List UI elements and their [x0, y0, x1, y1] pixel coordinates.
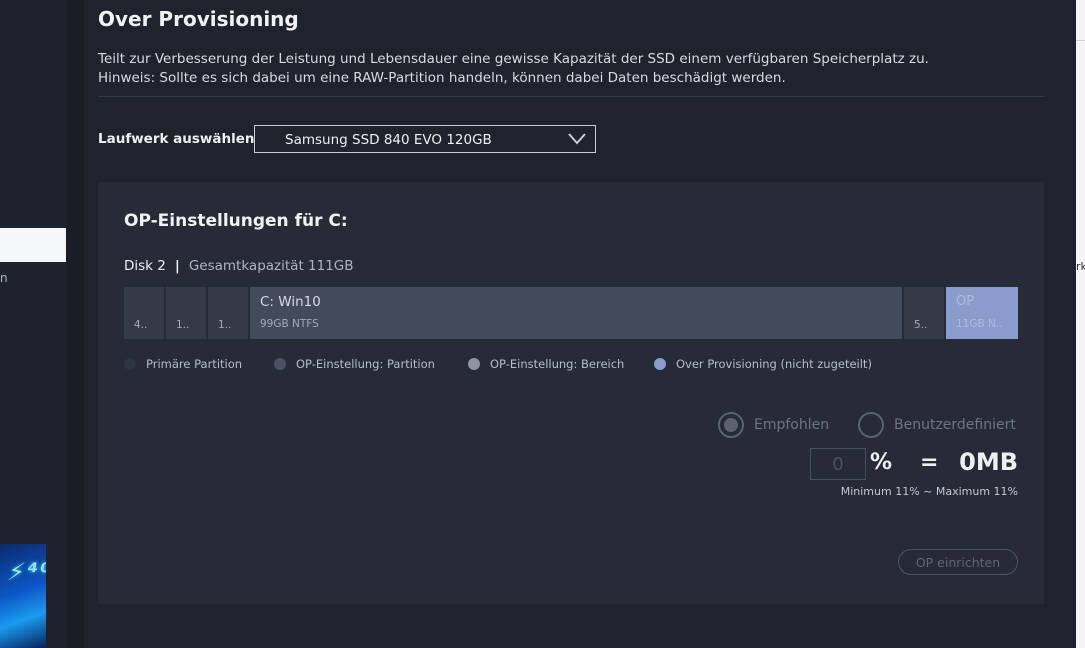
radio-label: Empfohlen [754, 417, 830, 433]
disk-info-separator: | [174, 258, 180, 274]
partition-label: 4.. [134, 319, 148, 331]
partition-size: 11GB N.. [956, 318, 1003, 330]
page-title: Over Provisioning [98, 7, 299, 31]
partition-block-op[interactable]: OP 11GB N.. [946, 287, 1018, 339]
drive-select-label: Laufwerk auswählen [98, 131, 255, 147]
description-line-2: Hinweis: Sollte es sich dabei um eine RA… [98, 70, 786, 86]
partition-map: 4.. 1.. 1.. C: Win10 99GB NTFS 5.. OP 11… [124, 287, 1018, 339]
disk-name: Disk 2 [124, 258, 166, 274]
background-window-lines [1076, 40, 1085, 370]
partition-block-c-drive[interactable]: C: Win10 99GB NTFS [250, 287, 902, 339]
legend-dot-icon [654, 358, 666, 370]
op-settings-card: OP-Einstellungen für C: Disk 2 | Gesamtkap… [98, 182, 1044, 604]
legend-item: Primäre Partition [124, 357, 242, 371]
legend-label: OP-Einstellung: Partition [296, 357, 435, 371]
description-line-1: Teilt zur Verbesserung der Leistung und … [98, 51, 929, 67]
equals-sign: = [920, 450, 939, 475]
radio-unchecked-icon [858, 412, 884, 438]
drive-select-dropdown[interactable]: Samsung SSD 840 EVO 120GB [254, 125, 596, 153]
legend-label: OP-Einstellung: Bereich [490, 357, 625, 371]
sidebar: n ⚡⁴⁰ [0, 0, 66, 648]
legend-dot-icon [274, 358, 286, 370]
radio-checked-icon [718, 412, 744, 438]
percent-sign: % [870, 450, 893, 475]
partition-block[interactable]: 5.. [904, 287, 944, 339]
legend-item: OP-Einstellung: Bereich [468, 357, 624, 371]
apply-op-button[interactable]: OP einrichten [898, 549, 1018, 575]
legend-dot-icon [468, 358, 480, 370]
op-percent-input[interactable] [810, 448, 866, 480]
partition-label: 5.. [914, 319, 928, 331]
legend-item: OP-Einstellung: Partition [274, 357, 435, 371]
partition-size: 99GB NTFS [260, 318, 319, 330]
drive-select-value: Samsung SSD 840 EVO 120GB [285, 132, 492, 148]
disk-capacity: Gesamtkapazität 111GB [188, 258, 354, 274]
sidebar-item-active[interactable] [0, 228, 66, 262]
partition-label: 1.. [218, 319, 232, 331]
page-description: Teilt zur Verbesserung der Leistung und … [98, 50, 1048, 88]
partition-name: C: Win10 [260, 294, 321, 310]
promo-image[interactable]: ⚡⁴⁰ [0, 544, 46, 648]
partition-label: 1.. [176, 319, 190, 331]
radio-recommended[interactable]: Empfohlen [718, 412, 829, 438]
legend-item: Over Provisioning (nicht zugeteilt) [654, 357, 872, 371]
op-settings-title: OP-Einstellungen für C: [124, 211, 348, 231]
op-size-value: 0MB [959, 448, 1018, 476]
sidebar-divider [66, 0, 84, 648]
background-window-text: rk [1076, 260, 1085, 273]
legend-dot-icon [124, 358, 136, 370]
op-range-note: Minimum 11% ~ Maximum 11% [840, 485, 1018, 498]
legend-label: Primäre Partition [146, 357, 243, 371]
sidebar-item-label[interactable]: n [0, 271, 8, 285]
radio-label: Benutzerdefiniert [894, 417, 1016, 433]
background-window-edge: rk [1076, 0, 1085, 648]
partition-block[interactable]: 4.. [124, 287, 164, 339]
disk-info: Disk 2 | Gesamtkapazität 111GB [124, 258, 354, 274]
partition-block[interactable]: 1.. [166, 287, 206, 339]
chevron-down-icon [567, 131, 587, 150]
partition-block[interactable]: 1.. [208, 287, 248, 339]
main-panel: Over Provisioning Teilt zur Verbesserung… [84, 0, 1076, 648]
partition-name: OP [956, 294, 975, 309]
section-divider [98, 96, 1044, 97]
legend-label: Over Provisioning (nicht zugeteilt) [676, 357, 872, 371]
promo-image-graphic: ⚡⁴⁰ [5, 558, 46, 586]
radio-custom[interactable]: Benutzerdefiniert [858, 412, 1016, 438]
